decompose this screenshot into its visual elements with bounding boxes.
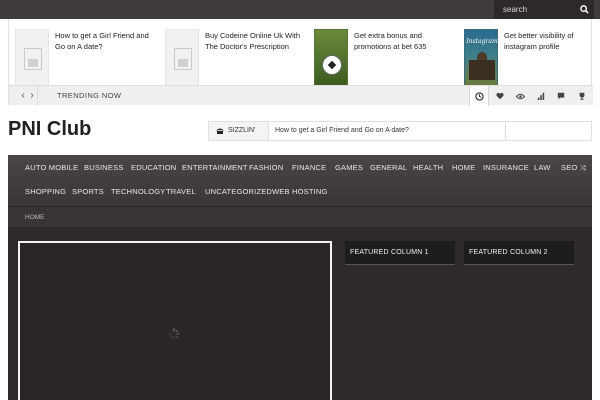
- featured-slider[interactable]: [18, 241, 332, 400]
- trophy-icon: [579, 92, 585, 100]
- nav-item-education[interactable]: EDUCATION: [131, 163, 176, 172]
- image-placeholder-icon: [24, 48, 42, 70]
- soccer-ball-image: [322, 55, 342, 75]
- tab-popular[interactable]: [531, 86, 551, 106]
- trending-slider: How to get a Girl Friend and Go on A dat…: [8, 19, 593, 106]
- trending-item[interactable]: How to get a Girl Friend and Go on A dat…: [15, 29, 155, 89]
- post-thumbnail[interactable]: [15, 29, 49, 87]
- breadcrumb-home[interactable]: HOME: [25, 214, 45, 221]
- main-content: FEATURED COLUMN 1 FEATURED COLUMN 2: [8, 228, 592, 400]
- post-thumbnail[interactable]: [165, 29, 199, 87]
- building-image: [469, 52, 495, 80]
- divider: [37, 86, 38, 106]
- heart-icon: [496, 92, 504, 100]
- nav-item-seo[interactable]: SEO ⤨: [561, 163, 586, 173]
- site-title[interactable]: PNI Club: [8, 118, 91, 141]
- image-placeholder-icon: [174, 48, 192, 70]
- tab-favorites[interactable]: [490, 86, 510, 106]
- bar-chart-icon: [537, 92, 545, 100]
- ticker-label-box: SIZZLIN': [209, 122, 269, 140]
- nav-item-insurance[interactable]: INSURANCE: [483, 163, 529, 172]
- fire-icon: [216, 128, 224, 134]
- nav-item-fashion[interactable]: FASHION: [249, 163, 283, 172]
- nav-item-home[interactable]: HOME: [452, 163, 475, 172]
- nav-item-seo-label: SEO: [561, 163, 578, 172]
- trending-bar: ‹ › TRENDING NOW: [9, 85, 593, 106]
- post-thumbnail[interactable]: Instagram: [464, 29, 498, 87]
- eye-icon: [515, 93, 525, 99]
- nav-item-travel[interactable]: TRAVEL: [166, 187, 196, 196]
- nav-item-entertainment[interactable]: ENTERTAINMENT: [182, 163, 248, 172]
- nav-item-sports[interactable]: SPORTS: [72, 187, 104, 196]
- trending-item[interactable]: Get extra bonus and promotions at bet 63…: [314, 29, 454, 89]
- loading-spinner-icon: [168, 328, 180, 340]
- main-frame: AUTO MOBILE BUSINESS EDUCATION ENTERTAIN…: [8, 155, 592, 400]
- nav-item-games[interactable]: GAMES: [335, 163, 363, 172]
- shuffle-icon: ⤨: [579, 165, 586, 172]
- nav-item-finance[interactable]: FINANCE: [292, 163, 326, 172]
- search-box: [494, 0, 594, 19]
- trending-label: TRENDING NOW: [57, 91, 122, 100]
- search-button[interactable]: [574, 0, 594, 19]
- nav-item-health[interactable]: HEALTH: [413, 163, 443, 172]
- featured-column-2-title: FEATURED COLUMN 2: [469, 249, 548, 256]
- trending-item-title[interactable]: Buy Codeine Online Uk With The Doctor's …: [205, 30, 305, 52]
- main-nav: AUTO MOBILE BUSINESS EDUCATION ENTERTAIN…: [8, 155, 592, 206]
- nav-item-general[interactable]: GENERAL: [370, 163, 407, 172]
- post-thumbnail[interactable]: [314, 29, 348, 87]
- ticker-headline[interactable]: How to get a Girl Friend and Go on A dat…: [275, 127, 409, 134]
- trending-item[interactable]: Instagram Get better visibility of insta…: [464, 29, 600, 89]
- trending-tabs: [469, 86, 593, 106]
- trending-item[interactable]: Buy Codeine Online Uk With The Doctor's …: [165, 29, 305, 89]
- top-bar: [0, 0, 600, 19]
- trending-item-title[interactable]: How to get a Girl Friend and Go on A dat…: [55, 30, 155, 52]
- nav-item-auto-mobile[interactable]: AUTO MOBILE: [25, 163, 78, 172]
- breadcrumb: HOME: [8, 206, 592, 228]
- instagram-logo: Instagram: [466, 38, 498, 45]
- divider: [505, 122, 506, 140]
- featured-column-2: FEATURED COLUMN 2: [464, 241, 574, 265]
- nav-item-shopping[interactable]: SHOPPING: [25, 187, 66, 196]
- tab-top[interactable]: [572, 86, 592, 106]
- clock-icon: [474, 91, 484, 101]
- tab-comments[interactable]: [551, 86, 571, 106]
- comment-icon: [557, 92, 565, 100]
- trending-item-title[interactable]: Get better visibility of instagram profi…: [504, 30, 600, 52]
- ticker-label: SIZZLIN': [228, 127, 256, 134]
- search-icon: [579, 5, 589, 14]
- featured-column-1-title: FEATURED COLUMN 1: [350, 249, 429, 256]
- nav-item-web-hosting[interactable]: WEB HOSTING: [272, 187, 328, 196]
- tab-views[interactable]: [510, 86, 530, 106]
- featured-column-1: FEATURED COLUMN 1: [345, 241, 455, 265]
- nav-item-technology[interactable]: TECHNOLOGY: [111, 187, 166, 196]
- trending-item-title[interactable]: Get extra bonus and promotions at bet 63…: [354, 30, 454, 52]
- nav-item-uncategorized[interactable]: UNCATEGORIZED: [205, 187, 272, 196]
- tab-recent[interactable]: [469, 86, 489, 106]
- nav-item-law[interactable]: LAW: [534, 163, 551, 172]
- search-input[interactable]: [494, 0, 574, 19]
- nav-item-business[interactable]: BUSINESS: [84, 163, 124, 172]
- news-ticker: SIZZLIN' How to get a Girl Friend and Go…: [208, 121, 592, 141]
